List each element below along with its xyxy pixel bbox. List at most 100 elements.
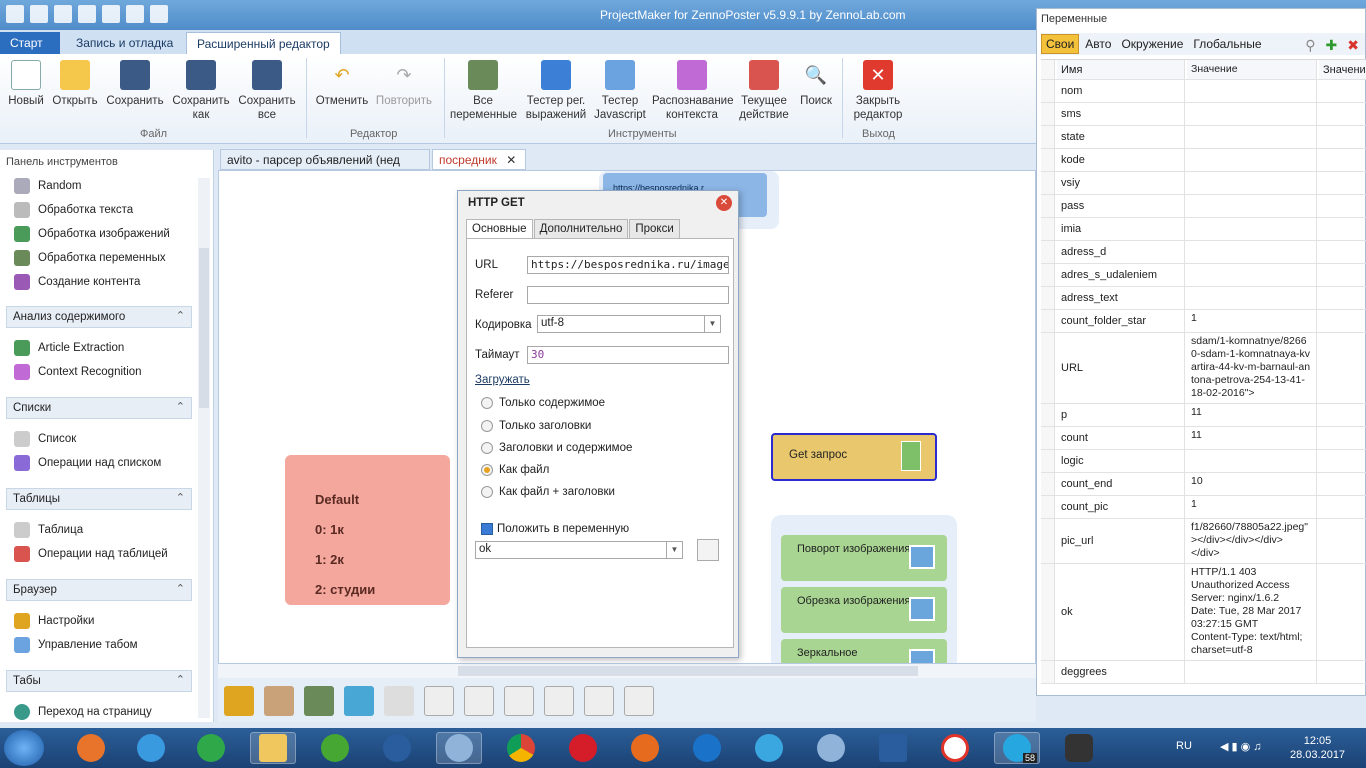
variable-row[interactable]: sms	[1041, 103, 1366, 126]
teamviewer-icon[interactable]	[684, 732, 730, 764]
radio-as-file-headers[interactable]: Как файл + заголовки	[481, 486, 615, 498]
variable-row[interactable]: state	[1041, 126, 1366, 149]
timeout-field[interactable]: 30	[527, 346, 729, 364]
var-tab-own[interactable]: Свои	[1041, 34, 1080, 54]
variable-value[interactable]: 1	[1187, 310, 1317, 332]
variable-value[interactable]	[1187, 149, 1317, 171]
save-as-icon[interactable]	[78, 5, 96, 23]
scrollbar-thumb[interactable]	[199, 248, 209, 408]
document-icon[interactable]	[544, 686, 574, 716]
tab-start[interactable]: Старт	[0, 32, 60, 54]
section-browser[interactable]: Браузер ⌃	[6, 579, 192, 601]
variable-value[interactable]: 10	[1187, 473, 1317, 495]
variable-value[interactable]: 11	[1187, 427, 1317, 449]
variable-value[interactable]	[1187, 264, 1317, 286]
variable-row[interactable]: nom	[1041, 80, 1366, 103]
variable-value[interactable]	[1187, 80, 1317, 102]
tray-icons[interactable]: ◀ ▮ ◉ ♫	[1220, 740, 1262, 753]
variable-value[interactable]: 1	[1187, 496, 1317, 518]
radio-content-only[interactable]: Только содержимое	[481, 397, 605, 409]
start-button[interactable]	[4, 730, 44, 766]
variable-row[interactable]: vsiy	[1041, 172, 1366, 195]
variable-row[interactable]: pic_url f1/82660/78805a22.jpeg" ></div></…	[1041, 519, 1366, 564]
variable-value[interactable]	[1187, 195, 1317, 217]
gears-icon[interactable]	[224, 686, 254, 716]
utorrent-icon[interactable]	[312, 732, 358, 764]
nox-icon[interactable]	[1056, 732, 1102, 764]
zenno-shield-icon[interactable]	[808, 732, 854, 764]
dialog-tab-proxy[interactable]: Прокси	[629, 219, 680, 239]
header-value-2[interactable]: Значение	[1319, 60, 1366, 79]
toolbox-scrollbar[interactable]	[198, 178, 210, 718]
variable-value[interactable]	[1187, 661, 1317, 683]
save-button[interactable]: Сохранить	[104, 60, 166, 108]
save-all-button[interactable]: Сохранить все	[236, 60, 298, 122]
variable-value[interactable]: 11	[1187, 404, 1317, 426]
chevron-down-icon[interactable]: ▼	[666, 542, 682, 558]
toolbox-item-table-ops[interactable]: Операции над таблицей	[14, 546, 168, 562]
variable-row[interactable]: ok HTTP/1.1 403 Unauthorized Access Serve…	[1041, 564, 1366, 661]
var-tab-environment[interactable]: Окружение	[1117, 35, 1187, 53]
telegram-icon[interactable]	[746, 732, 792, 764]
mirror-image-block[interactable]: Зеркальное	[781, 639, 947, 663]
close-tab-icon[interactable]: ✕	[506, 153, 516, 167]
add-icon[interactable]: ✚	[1326, 37, 1338, 54]
tab-record-debug[interactable]: Запись и отладка	[66, 32, 183, 54]
chrome-icon[interactable]	[498, 732, 544, 764]
toolbox-item-list-ops[interactable]: Операции над списком	[14, 455, 161, 471]
section-tables[interactable]: Таблицы ⌃	[6, 488, 192, 510]
variable-value[interactable]: HTTP/1.1 403 Unauthorized Access Server:…	[1187, 564, 1317, 660]
layout-icon[interactable]	[150, 5, 168, 23]
close-icon[interactable]: ✕	[716, 195, 732, 211]
var-tab-auto[interactable]: Авто	[1081, 35, 1115, 53]
doc-tab-intermediary[interactable]: посредник ✕	[432, 149, 526, 170]
toolbox-item-list[interactable]: Список	[14, 431, 76, 447]
all-variables-button[interactable]: Все переменные	[450, 60, 517, 122]
header-value[interactable]: Значение	[1187, 60, 1317, 79]
chalkboard-icon[interactable]	[304, 686, 334, 716]
vp-app-icon[interactable]	[374, 732, 420, 764]
variable-value[interactable]	[1187, 103, 1317, 125]
variable-row[interactable]: count_pic 1	[1041, 496, 1366, 519]
open-folder-icon[interactable]	[30, 5, 48, 23]
variable-row[interactable]: logic	[1041, 450, 1366, 473]
variable-value[interactable]	[1187, 241, 1317, 263]
filter-icon[interactable]: ⚲	[1305, 37, 1315, 54]
variable-row[interactable]: kode	[1041, 149, 1366, 172]
chevron-down-icon[interactable]: ▼	[704, 316, 720, 332]
variable-row[interactable]: deggrees	[1041, 661, 1366, 684]
tab-advanced-editor[interactable]: Расширенный редактор	[186, 32, 341, 54]
toolbox-item-tab-control[interactable]: Управление табом	[14, 637, 138, 653]
save-icon[interactable]	[54, 5, 72, 23]
dialog-tab-additional[interactable]: Дополнительно	[533, 219, 629, 239]
get-request-block[interactable]: Get запрос	[771, 433, 937, 481]
header-name[interactable]: Имя	[1057, 60, 1185, 79]
encoding-select[interactable]: utf-8 ▼	[537, 315, 721, 333]
variable-row[interactable]: count_folder_star 1	[1041, 310, 1366, 333]
section-tabs[interactable]: Табы ⌃	[6, 670, 192, 692]
section-content-analysis[interactable]: Анализ содержимого ⌃	[6, 306, 192, 328]
save-as-button[interactable]: Сохранить как	[170, 60, 232, 122]
new-file-icon[interactable]	[6, 5, 24, 23]
open-button[interactable]: Открыть	[50, 60, 100, 108]
redo-button[interactable]: ↷ Повторить	[374, 60, 434, 108]
toolbox-item-variables[interactable]: Обработка переменных	[14, 250, 166, 266]
variable-row[interactable]: adres_s_udaleniem	[1041, 264, 1366, 287]
var-tab-global[interactable]: Глобальные	[1189, 35, 1265, 53]
variable-value[interactable]	[1187, 287, 1317, 309]
variable-row[interactable]: count 11	[1041, 427, 1366, 450]
variable-row[interactable]: adress_d	[1041, 241, 1366, 264]
toolbox-item-content[interactable]: Создание контента	[14, 274, 140, 290]
variable-row[interactable]: URL sdam/1-komnatnye/8266 0-sdam-1-komnat…	[1041, 333, 1366, 404]
variable-value[interactable]: sdam/1-komnatnye/8266 0-sdam-1-komnatnay…	[1187, 333, 1317, 403]
variable-value[interactable]: f1/82660/78805a22.jpeg" ></div></div></d…	[1187, 519, 1317, 563]
variable-row[interactable]: count_end 10	[1041, 473, 1366, 496]
new-button[interactable]: Новый	[6, 60, 46, 108]
document-icon[interactable]	[504, 686, 534, 716]
undo-icon[interactable]	[102, 5, 120, 23]
language-indicator[interactable]: RU	[1176, 740, 1192, 752]
clock[interactable]: 12:05 28.03.2017	[1290, 734, 1345, 762]
scrollbar-thumb[interactable]	[458, 666, 918, 676]
toolbox-item-settings[interactable]: Настройки	[14, 613, 94, 629]
delete-icon[interactable]: ✖	[1347, 37, 1359, 54]
